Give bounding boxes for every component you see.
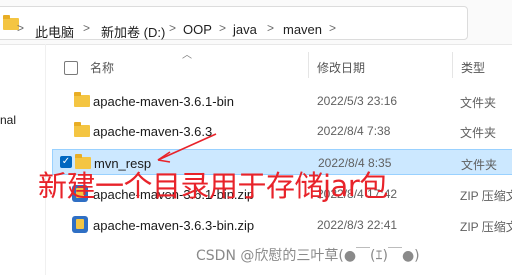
breadcrumb-item-drive-d[interactable]: 新加卷 (D:) [101, 22, 165, 41]
folder-icon [74, 92, 90, 107]
file-type: 文件夹 [461, 158, 498, 172]
breadcrumb-item-this-pc[interactable]: 此电脑 [35, 22, 74, 41]
column-header-name[interactable]: 名称 [90, 59, 114, 76]
column-divider[interactable] [308, 52, 309, 78]
chevron-right-icon: > [267, 21, 275, 35]
chevron-right-icon: > [83, 21, 91, 35]
file-row[interactable]: apache-maven-3.6.3 2022/8/4 7:38 文件夹 [52, 118, 512, 144]
file-date: 2022/5/3 23:16 [317, 94, 398, 108]
annotation-text: 新建一个目录用于存储jar包 [38, 169, 388, 203]
chevron-right-icon: > [219, 21, 227, 35]
file-date: 2022/8/4 7:38 [317, 124, 391, 138]
zip-archive-icon [72, 216, 88, 233]
breadcrumb[interactable]: > 此电脑 > 新加卷 (D:) > OOP > java > maven > [0, 6, 468, 40]
breadcrumb-item-java[interactable]: java [233, 22, 257, 37]
chevron-right-icon: > [169, 21, 177, 35]
file-type: ZIP 压缩文 [460, 220, 512, 234]
file-name: apache-maven-3.6.1-bin [93, 94, 234, 109]
column-header-type[interactable]: 类型 [461, 59, 485, 76]
chevron-right-icon: > [17, 21, 25, 35]
file-type: ZIP 压缩文 [460, 189, 512, 203]
nav-pane-item[interactable]: nal [0, 113, 16, 127]
file-row[interactable]: apache-maven-3.6.1-bin 2022/5/3 23:16 文件… [52, 88, 512, 114]
file-date: 2022/8/3 22:41 [317, 218, 398, 232]
pane-divider[interactable] [45, 44, 46, 275]
column-header-modified[interactable]: 修改日期 [317, 59, 365, 76]
file-type: 文件夹 [460, 96, 497, 110]
column-divider[interactable] [452, 52, 453, 78]
chevron-right-icon[interactable]: > [329, 21, 336, 35]
breadcrumb-item-maven[interactable]: maven [283, 22, 322, 37]
folder-icon [74, 122, 90, 137]
watermark: CSDN @欣慰的三叶草(●￣(ｴ)￣●) [196, 248, 420, 264]
file-name: apache-maven-3.6.3-bin.zip [93, 218, 255, 233]
address-bar: > 此电脑 > 新加卷 (D:) > OOP > java > maven > [0, 0, 512, 45]
sort-ascending-icon: ︿ [182, 50, 192, 61]
breadcrumb-item-oop[interactable]: OOP [183, 22, 212, 37]
file-type: 文件夹 [460, 126, 497, 140]
select-all-checkbox[interactable] [64, 61, 78, 75]
file-row[interactable]: apache-maven-3.6.3-bin.zip 2022/8/3 22:4… [52, 212, 512, 238]
